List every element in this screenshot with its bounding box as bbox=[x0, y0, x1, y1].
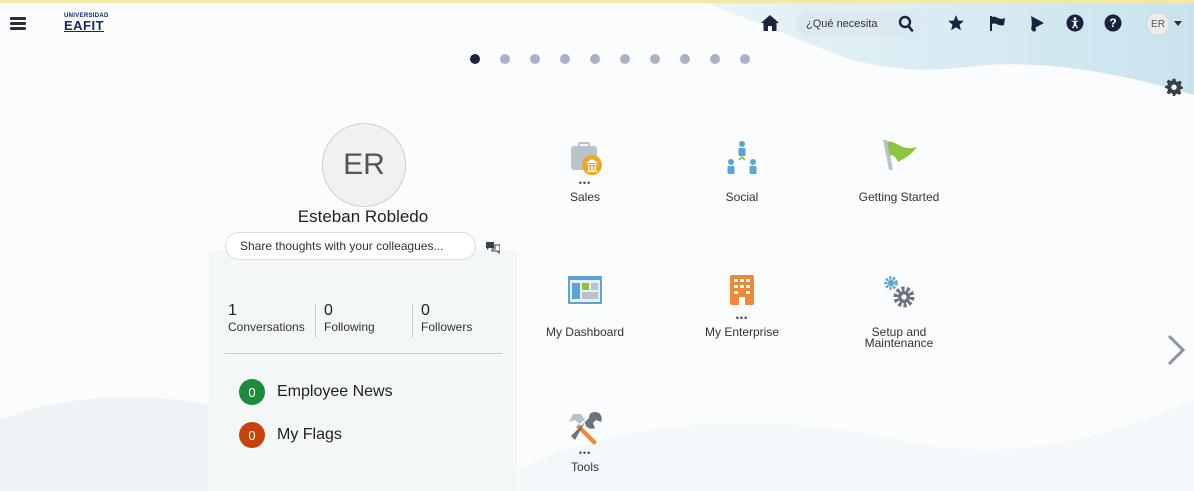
count-badge: 0 bbox=[239, 422, 265, 448]
stat-label: Following bbox=[324, 320, 375, 334]
tile-label: Setup and Maintenance bbox=[844, 326, 954, 350]
more-indicator: ••• bbox=[735, 313, 749, 323]
search-input[interactable] bbox=[806, 15, 882, 33]
favorites-star-icon[interactable] bbox=[945, 12, 967, 34]
carousel-dot[interactable] bbox=[530, 54, 540, 64]
tile-getting-started[interactable]: Getting Started bbox=[844, 140, 954, 203]
home-icon[interactable] bbox=[759, 12, 781, 34]
social-network-icon bbox=[722, 140, 762, 180]
notifications-bell-icon[interactable] bbox=[1026, 12, 1048, 34]
profile-name[interactable]: Esteban Robledo bbox=[209, 207, 517, 227]
dashboard-icon bbox=[565, 275, 605, 315]
carousel-dot[interactable] bbox=[710, 54, 720, 64]
tile-social[interactable]: Social bbox=[687, 140, 797, 203]
tile-label: Getting Started bbox=[858, 190, 940, 204]
stat-followers[interactable]: 0 Followers bbox=[421, 303, 472, 339]
logo-line-2: EAFIT bbox=[64, 18, 105, 33]
carousel-page-indicator bbox=[470, 54, 770, 66]
tile-label: Tools bbox=[570, 460, 599, 474]
divider bbox=[225, 353, 502, 354]
global-header: UNIVERSIDAD EAFIT ? ER bbox=[0, 0, 1194, 48]
tile-label: Social bbox=[725, 190, 759, 204]
feed-label: My Flags bbox=[277, 426, 342, 443]
tile-sales[interactable]: ••• Sales bbox=[530, 140, 640, 203]
tile-label-line-2: Maintenance bbox=[864, 336, 934, 350]
stat-count: 0 bbox=[421, 302, 430, 319]
user-menu-avatar[interactable]: ER bbox=[1146, 12, 1170, 36]
carousel-dot[interactable] bbox=[590, 54, 600, 64]
feed-my-flags[interactable]: 0 My Flags bbox=[239, 422, 342, 448]
stat-conversations[interactable]: 1 Conversations bbox=[228, 303, 305, 339]
flag-icon bbox=[879, 140, 919, 180]
gear-icon[interactable] bbox=[1165, 78, 1183, 96]
carousel-dot[interactable] bbox=[560, 54, 570, 64]
tile-my-dashboard[interactable]: My Dashboard bbox=[530, 275, 640, 338]
count-badge: 0 bbox=[239, 379, 265, 405]
accessibility-icon[interactable] bbox=[1064, 12, 1086, 34]
tile-label: My Dashboard bbox=[545, 325, 625, 339]
carousel-dot[interactable] bbox=[620, 54, 630, 64]
tile-tools[interactable]: ••• Tools bbox=[530, 410, 640, 473]
svg-text:?: ? bbox=[1109, 16, 1116, 30]
carousel-dot[interactable] bbox=[500, 54, 510, 64]
tile-setup-and-maintenance[interactable]: Setup and Maintenance bbox=[844, 275, 954, 349]
carousel-dot[interactable] bbox=[680, 54, 690, 64]
menu-icon[interactable] bbox=[10, 17, 26, 30]
tools-icon bbox=[565, 410, 605, 450]
more-indicator: ••• bbox=[578, 448, 592, 458]
stat-count: 0 bbox=[324, 302, 333, 319]
stat-following[interactable]: 0 Following bbox=[324, 303, 375, 339]
university-logo[interactable]: UNIVERSIDAD EAFIT bbox=[64, 13, 116, 35]
watchlist-flag-icon[interactable] bbox=[986, 12, 1008, 34]
carousel-dot[interactable] bbox=[470, 54, 480, 64]
stat-label: Conversations bbox=[228, 320, 305, 334]
help-icon[interactable]: ? bbox=[1102, 12, 1124, 34]
stat-label: Followers bbox=[421, 320, 473, 334]
search-icon[interactable] bbox=[898, 15, 914, 33]
profile-avatar[interactable]: ER bbox=[322, 123, 406, 207]
tile-label: Sales bbox=[569, 190, 601, 204]
share-thoughts-input[interactable]: Share thoughts with your colleagues... bbox=[225, 232, 476, 260]
chevron-down-icon[interactable] bbox=[1174, 21, 1182, 26]
carousel-dot[interactable] bbox=[740, 54, 750, 64]
feed-label: Employee News bbox=[277, 383, 393, 400]
carousel-dot[interactable] bbox=[650, 54, 660, 64]
divider bbox=[315, 304, 316, 338]
tile-my-enterprise[interactable]: ••• My Enterprise bbox=[687, 275, 797, 338]
more-indicator: ••• bbox=[578, 178, 592, 188]
building-icon bbox=[722, 275, 762, 315]
gears-icon bbox=[879, 275, 919, 315]
divider bbox=[412, 304, 413, 338]
profile-panel: ER Esteban Robledo Share thoughts with y… bbox=[209, 110, 517, 491]
search-bar bbox=[796, 11, 922, 37]
feed-employee-news[interactable]: 0 Employee News bbox=[239, 379, 393, 405]
stat-count: 1 bbox=[228, 302, 237, 319]
conversation-icon[interactable] bbox=[486, 241, 501, 255]
sales-icon bbox=[565, 140, 605, 180]
chevron-right-icon[interactable] bbox=[1166, 334, 1186, 366]
tile-label: My Enterprise bbox=[704, 325, 780, 339]
